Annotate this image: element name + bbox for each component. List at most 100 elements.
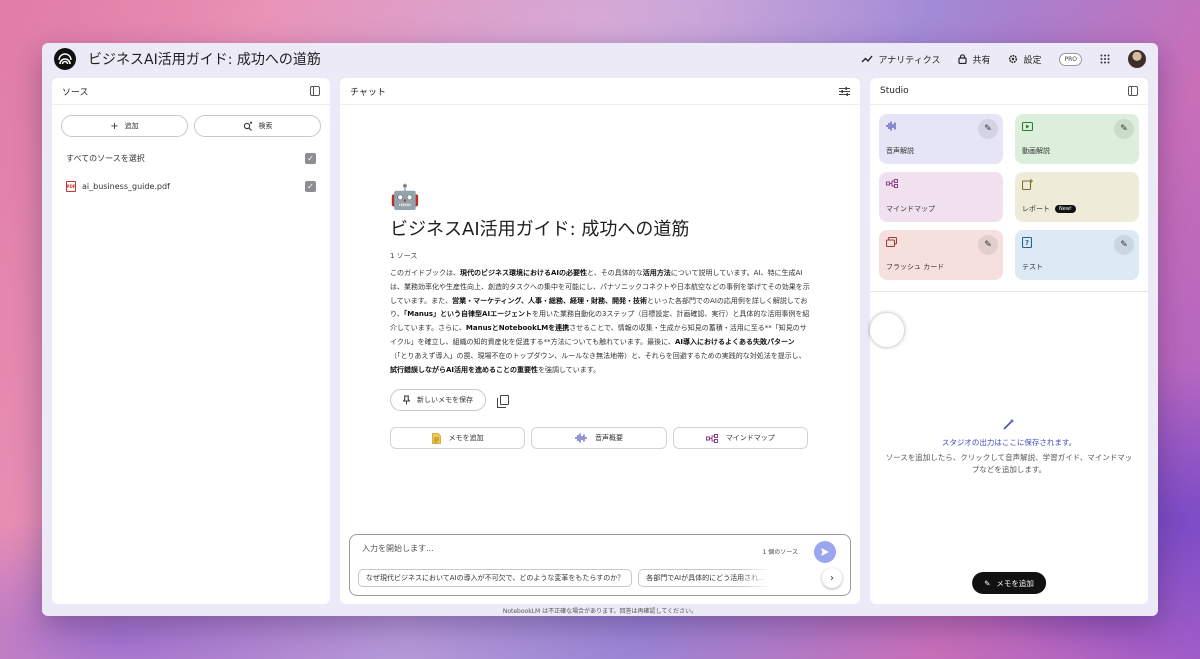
gear-icon bbox=[1009, 54, 1018, 64]
summary-emphasis: 営業・マーケティング、人事・総務、経理・財務、開発・技術 bbox=[452, 296, 648, 305]
summary-emphasis: 現代のビジネス環境におけるAIの必要性 bbox=[460, 269, 588, 277]
svg-text:?: ? bbox=[1025, 239, 1029, 247]
studio-tiles: 音声解説 ✎ 動画解説 ✎ マインドマップ レポート New! フラッシュ カー… bbox=[870, 105, 1148, 289]
apps-grid-icon[interactable] bbox=[1100, 54, 1110, 64]
memo-actions: 新しいメモを保存 bbox=[390, 389, 810, 412]
share-button[interactable]: 共有 bbox=[958, 53, 990, 66]
notebooklm-logo-icon[interactable] bbox=[54, 48, 76, 70]
notebook-overview: 🤖 ビジネスAI活用ガイド: 成功への道筋 1 ソース このガイドブックは、現代… bbox=[390, 183, 810, 450]
summary-emphasis: AI導入におけるよくある失敗パターン bbox=[674, 337, 795, 346]
summary-emphasis: 活用方法 bbox=[642, 269, 671, 277]
summary-emphasis: 「Manus」という自律型AIエージェント bbox=[403, 310, 532, 319]
test-tile-label: テスト bbox=[1022, 263, 1043, 271]
pencil-icon[interactable]: ✎ bbox=[978, 119, 998, 139]
sources-panel: ソース + 追加 検索 すべてのソースを選択 ✓ PDF ai_business… bbox=[52, 78, 330, 604]
mind-map-label: マインドマップ bbox=[725, 434, 775, 443]
send-icon bbox=[821, 548, 829, 556]
save-note-label: 新しいメモを保存 bbox=[417, 396, 473, 405]
source-file-name[interactable]: ai_business_guide.pdf bbox=[82, 182, 170, 191]
cursor-indicator bbox=[870, 313, 904, 347]
search-source-button[interactable]: 検索 bbox=[194, 115, 321, 137]
studio-empty-state: スタジオの出力はここに保存されます。 ソースを追加したら、クリックして音声解説、… bbox=[880, 418, 1138, 476]
summary-emphasis: 試行錯誤しながらAI活用を進めることの重要性 bbox=[390, 365, 538, 374]
studio-add-note-button[interactable]: ✎ メモを追加 bbox=[972, 572, 1046, 594]
pdf-icon: PDF bbox=[66, 180, 76, 192]
summary-emphasis: ManusとNotebookLMを連携 bbox=[465, 324, 570, 333]
pencil-icon[interactable]: ✎ bbox=[1114, 119, 1134, 139]
magic-wand-icon bbox=[880, 418, 1138, 433]
new-badge: New! bbox=[1055, 205, 1076, 213]
collapse-panel-icon[interactable] bbox=[1128, 86, 1138, 96]
pin-icon bbox=[403, 395, 410, 405]
test-tile[interactable]: ? テスト ✎ bbox=[1015, 230, 1139, 280]
chevron-right-icon[interactable]: › bbox=[822, 568, 842, 588]
pencil-icon: ✎ bbox=[984, 578, 991, 588]
studio-title: Studio bbox=[880, 86, 909, 96]
analytics-button[interactable]: アナリティクス bbox=[861, 53, 940, 66]
audio-overview-tile[interactable]: 音声解説 ✎ bbox=[879, 114, 1003, 164]
report-tile[interactable]: レポート New! bbox=[1015, 172, 1139, 222]
add-note-action-button[interactable]: メモを追加 bbox=[390, 427, 526, 450]
mind-map-icon bbox=[886, 179, 996, 191]
chat-input-box: 1 個のソース なぜ現代ビジネスにおいてAIの導入が不可欠で、どのような変革をも… bbox=[349, 534, 851, 596]
flashcard-tile-label: フラッシュ カード bbox=[886, 263, 945, 271]
settings-label: 設定 bbox=[1023, 55, 1042, 66]
search-source-label: 検索 bbox=[258, 122, 273, 130]
pencil-icon[interactable]: ✎ bbox=[1114, 235, 1134, 255]
source-buttons: + 追加 検索 bbox=[52, 105, 330, 137]
quick-actions: メモを追加 音声概要 マインドマップ bbox=[390, 427, 808, 450]
collapse-panel-icon[interactable] bbox=[310, 86, 320, 96]
audio-wave-icon bbox=[575, 433, 587, 443]
empty-description: ソースを追加したら、クリックして音声解説、学習ガイド、マインドマップなどを追加し… bbox=[885, 453, 1133, 474]
summary-text: （「とりあえず導入」の罠、現場不在のトップダウン、ルールなき無法地帯）と、それら… bbox=[390, 351, 806, 360]
empty-title: スタジオの出力はここに保存されます。 bbox=[941, 438, 1077, 447]
pencil-icon[interactable]: ✎ bbox=[978, 235, 998, 255]
trend-icon bbox=[861, 55, 873, 63]
analytics-label: アナリティクス bbox=[878, 55, 941, 66]
mind-map-tile[interactable]: マインドマップ bbox=[879, 172, 1003, 222]
pro-badge[interactable]: PRO bbox=[1059, 52, 1082, 66]
top-bar: ビジネスAI活用ガイド: 成功への道筋 アナリティクス 共有 設定 PRO bbox=[42, 43, 1158, 75]
send-button[interactable] bbox=[814, 541, 836, 563]
notebook-summary: このガイドブックは、現代のビジネス環境におけるAIの必要性と、その具体的な活用方… bbox=[390, 267, 810, 377]
audio-tile-label: 音声解説 bbox=[886, 147, 914, 155]
settings-button[interactable]: 設定 bbox=[1008, 53, 1041, 66]
select-all-row[interactable]: すべてのソースを選択 ✓ bbox=[52, 144, 330, 172]
copy-icon[interactable] bbox=[497, 395, 509, 409]
source-checkbox[interactable]: ✓ bbox=[305, 180, 316, 192]
add-note-action-label: メモを追加 bbox=[448, 434, 484, 443]
tune-settings-icon[interactable] bbox=[839, 86, 850, 96]
chat-panel: チャット 🤖 ビジネスAI活用ガイド: 成功への道筋 1 ソース このガイドブッ… bbox=[340, 78, 860, 604]
suggestion-chip[interactable]: 各部門でAIが具体的にどう活用され... bbox=[638, 569, 773, 587]
summary-text: を強調しています。 bbox=[537, 365, 601, 374]
studio-header: Studio bbox=[870, 78, 1148, 105]
add-source-button[interactable]: + 追加 bbox=[61, 115, 188, 137]
video-overview-tile[interactable]: 動画解説 ✎ bbox=[1015, 114, 1139, 164]
select-all-checkbox[interactable]: ✓ bbox=[305, 152, 316, 164]
user-avatar[interactable] bbox=[1128, 50, 1146, 68]
summary-text: このガイドブックは、 bbox=[390, 269, 460, 277]
flashcard-tile[interactable]: フラッシュ カード ✎ bbox=[879, 230, 1003, 280]
suggestion-chip[interactable]: なぜ現代ビジネスにおいてAIの導入が不可欠で、どのような変革をもたらすのか？ bbox=[358, 569, 633, 587]
source-count: 1 ソース bbox=[390, 252, 418, 260]
select-all-label: すべてのソースを選択 bbox=[66, 153, 145, 163]
notebook-title[interactable]: ビジネスAI活用ガイド: 成功への道筋 bbox=[88, 49, 321, 69]
mind-map-button[interactable]: マインドマップ bbox=[672, 427, 808, 450]
audio-overview-button[interactable]: 音声概要 bbox=[531, 427, 667, 450]
chat-title: チャット bbox=[350, 87, 386, 98]
sources-title: ソース bbox=[62, 87, 89, 98]
save-note-button[interactable]: 新しいメモを保存 bbox=[390, 389, 486, 412]
plus-icon: + bbox=[110, 120, 119, 132]
source-item[interactable]: PDF ai_business_guide.pdf ✓ bbox=[52, 172, 330, 200]
app-window: ビジネスAI活用ガイド: 成功への道筋 アナリティクス 共有 設定 PRO ソー… bbox=[42, 43, 1158, 616]
report-tile-label: レポート New! bbox=[1022, 204, 1076, 214]
sources-header: ソース bbox=[52, 78, 330, 105]
chat-input[interactable] bbox=[362, 544, 742, 553]
suggestion-chips: なぜ現代ビジネスにおいてAIの導入が不可欠で、どのような変革をもたらすのか？ 各… bbox=[358, 569, 816, 587]
studio-add-note-label: メモを追加 bbox=[996, 578, 1034, 588]
chat-header: チャット bbox=[340, 78, 860, 105]
robot-emoji-icon: 🤖 bbox=[390, 183, 420, 211]
studio-panel: Studio 音声解説 ✎ 動画解説 ✎ マインドマップ レポート New! フ… bbox=[870, 78, 1148, 604]
summary-text: と、その具体的な bbox=[587, 269, 643, 277]
overview-title: ビジネスAI活用ガイド: 成功への道筋 bbox=[390, 219, 690, 240]
